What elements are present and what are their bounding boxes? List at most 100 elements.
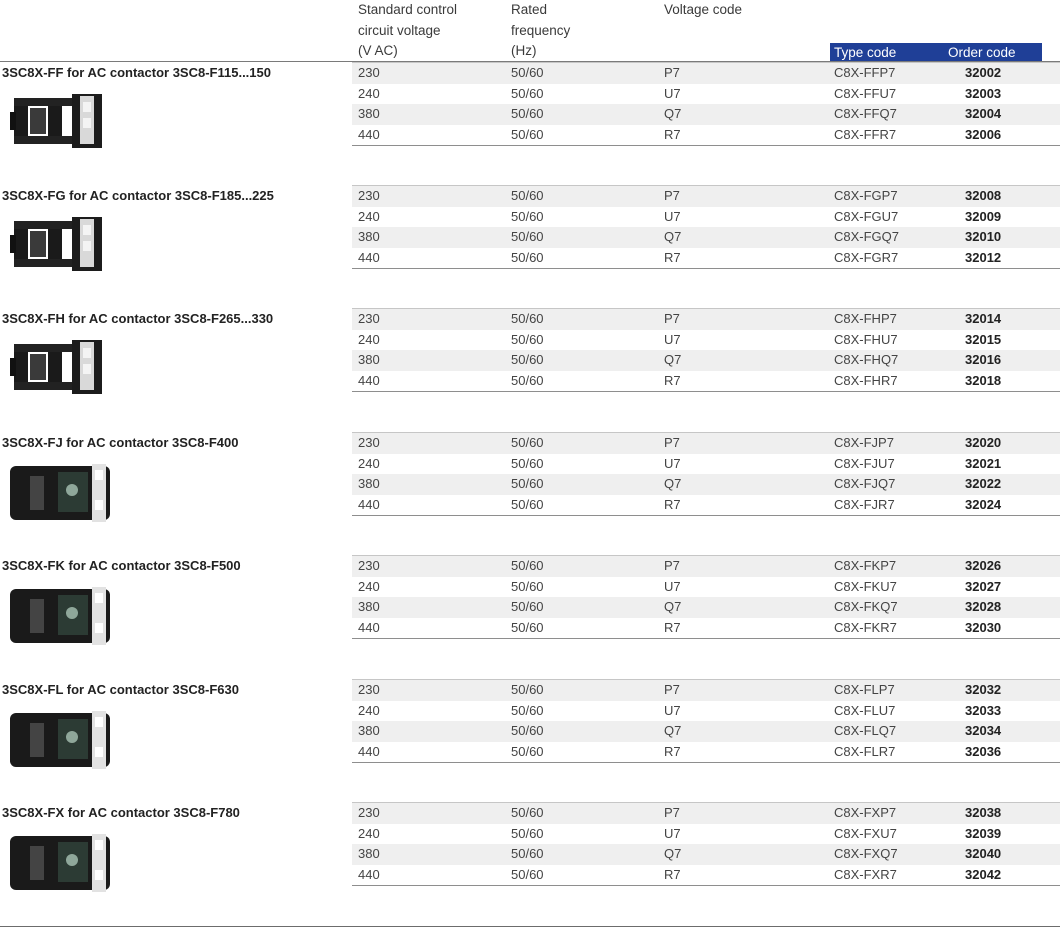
order-code-cell: 32036 (965, 743, 1002, 759)
order-code-cell: 32032 (965, 682, 1002, 697)
voltage-cell: 230 (358, 558, 380, 573)
header-voltage: Standard control circuit voltage (V AC) (358, 0, 457, 62)
voltage-code-cell: P7 (664, 188, 680, 203)
group-bottom-rule (352, 145, 1060, 146)
type-code-cell: C8X-FJQ7 (834, 476, 896, 492)
frequency-cell: 50/60 (511, 702, 544, 718)
bottom-divider (0, 926, 1060, 927)
voltage-cell: 380 (358, 229, 380, 245)
voltage-cell: 380 (358, 352, 380, 368)
type-code-cell: C8X-FLR7 (834, 743, 896, 759)
type-code-cell: C8X-FFR7 (834, 126, 897, 142)
table-row (352, 577, 1060, 598)
order-code-cell: 32033 (965, 702, 1002, 718)
table-row (352, 803, 1060, 824)
frequency-cell: 50/60 (511, 126, 544, 142)
voltage-cell: 230 (358, 682, 380, 697)
voltage-cell: 230 (358, 435, 380, 450)
frequency-cell: 50/60 (511, 208, 544, 224)
group-title: 3SC8X-FF for AC contactor 3SC8-F115...15… (2, 65, 271, 80)
header-order-code: Order code (948, 45, 1016, 60)
order-code-cell: 32021 (965, 455, 1002, 471)
header-voltage-code-label: Voltage code (664, 2, 743, 17)
voltage-code-cell: Q7 (664, 229, 682, 245)
contactor-coil-small-icon (0, 336, 120, 402)
voltage-code-cell: Q7 (664, 723, 682, 739)
voltage-code-cell: P7 (664, 682, 680, 697)
type-code-cell: C8X-FJP7 (834, 435, 894, 450)
voltage-code-cell: Q7 (664, 846, 682, 862)
order-code-cell: 32008 (965, 188, 1002, 203)
frequency-cell: 50/60 (511, 825, 544, 841)
table-row (352, 207, 1060, 228)
voltage-code-cell: P7 (664, 805, 680, 820)
voltage-code-cell: P7 (664, 435, 680, 450)
voltage-code-cell: U7 (664, 455, 681, 471)
frequency-cell: 50/60 (511, 723, 544, 739)
frequency-cell: 50/60 (511, 846, 544, 862)
voltage-cell: 240 (358, 825, 380, 841)
frequency-cell: 50/60 (511, 372, 544, 388)
contactor-coil-large-icon (0, 707, 120, 773)
frequency-cell: 50/60 (511, 435, 544, 450)
table-row (352, 125, 1060, 146)
type-code-cell: C8X-FGR7 (834, 249, 899, 265)
header-voltage-code: Voltage code (664, 0, 742, 21)
group-bottom-rule (352, 762, 1060, 763)
table-row (352, 350, 1060, 371)
voltage-code-cell: U7 (664, 208, 681, 224)
group-title: 3SC8X-FX for AC contactor 3SC8-F780 (2, 805, 240, 820)
table-row (352, 865, 1060, 886)
voltage-code-cell: R7 (664, 743, 681, 759)
order-code-cell: 32039 (965, 825, 1002, 841)
header-type-code: Type code (834, 45, 897, 60)
order-code-cell: 32012 (965, 249, 1002, 265)
frequency-cell: 50/60 (511, 578, 544, 594)
frequency-cell: 50/60 (511, 65, 544, 80)
table-row (352, 309, 1060, 330)
voltage-code-cell: U7 (664, 331, 681, 347)
frequency-cell: 50/60 (511, 682, 544, 697)
type-code-cell: C8X-FXU7 (834, 825, 897, 841)
order-code-cell: 32024 (965, 496, 1002, 512)
voltage-code-cell: Q7 (664, 476, 682, 492)
voltage-code-cell: U7 (664, 702, 681, 718)
frequency-cell: 50/60 (511, 249, 544, 265)
header-frequency-line: (Hz) (511, 43, 537, 58)
order-code-cell: 32006 (965, 126, 1002, 142)
voltage-code-cell: R7 (664, 249, 681, 265)
header-voltage-line: Standard control (358, 2, 458, 17)
table-row (352, 186, 1060, 207)
group-bottom-rule (352, 885, 1060, 886)
order-code-cell: 32030 (965, 619, 1002, 635)
type-code-cell: C8X-FHU7 (834, 331, 898, 347)
table-row (352, 474, 1060, 495)
type-code-cell: C8X-FLP7 (834, 682, 895, 697)
voltage-cell: 440 (358, 866, 380, 882)
frequency-cell: 50/60 (511, 106, 544, 122)
contactor-coil-large-icon (0, 583, 120, 649)
voltage-code-cell: R7 (664, 372, 681, 388)
type-code-cell: C8X-FJR7 (834, 496, 895, 512)
table-row (352, 556, 1060, 577)
type-code-cell: C8X-FLU7 (834, 702, 896, 718)
group-bottom-rule (352, 268, 1060, 269)
order-code-cell: 32034 (965, 723, 1002, 739)
order-code-cell: 32027 (965, 578, 1002, 594)
group-bottom-rule (352, 515, 1060, 516)
order-code-cell: 32020 (965, 435, 1002, 450)
order-table-page: Standard control circuit voltage (V AC) … (0, 0, 1060, 928)
voltage-cell: 240 (358, 85, 380, 101)
voltage-code-cell: R7 (664, 126, 681, 142)
type-code-cell: C8X-FFP7 (834, 65, 896, 80)
table-row (352, 433, 1060, 454)
voltage-cell: 440 (358, 372, 380, 388)
voltage-cell: 380 (358, 723, 380, 739)
voltage-cell: 440 (358, 619, 380, 635)
order-code-cell: 32022 (965, 476, 1002, 492)
contactor-coil-large-icon (0, 830, 120, 896)
type-code-cell: C8X-FGU7 (834, 208, 899, 224)
type-code-cell: C8X-FGQ7 (834, 229, 900, 245)
order-code-cell: 32016 (965, 352, 1002, 368)
frequency-cell: 50/60 (511, 85, 544, 101)
